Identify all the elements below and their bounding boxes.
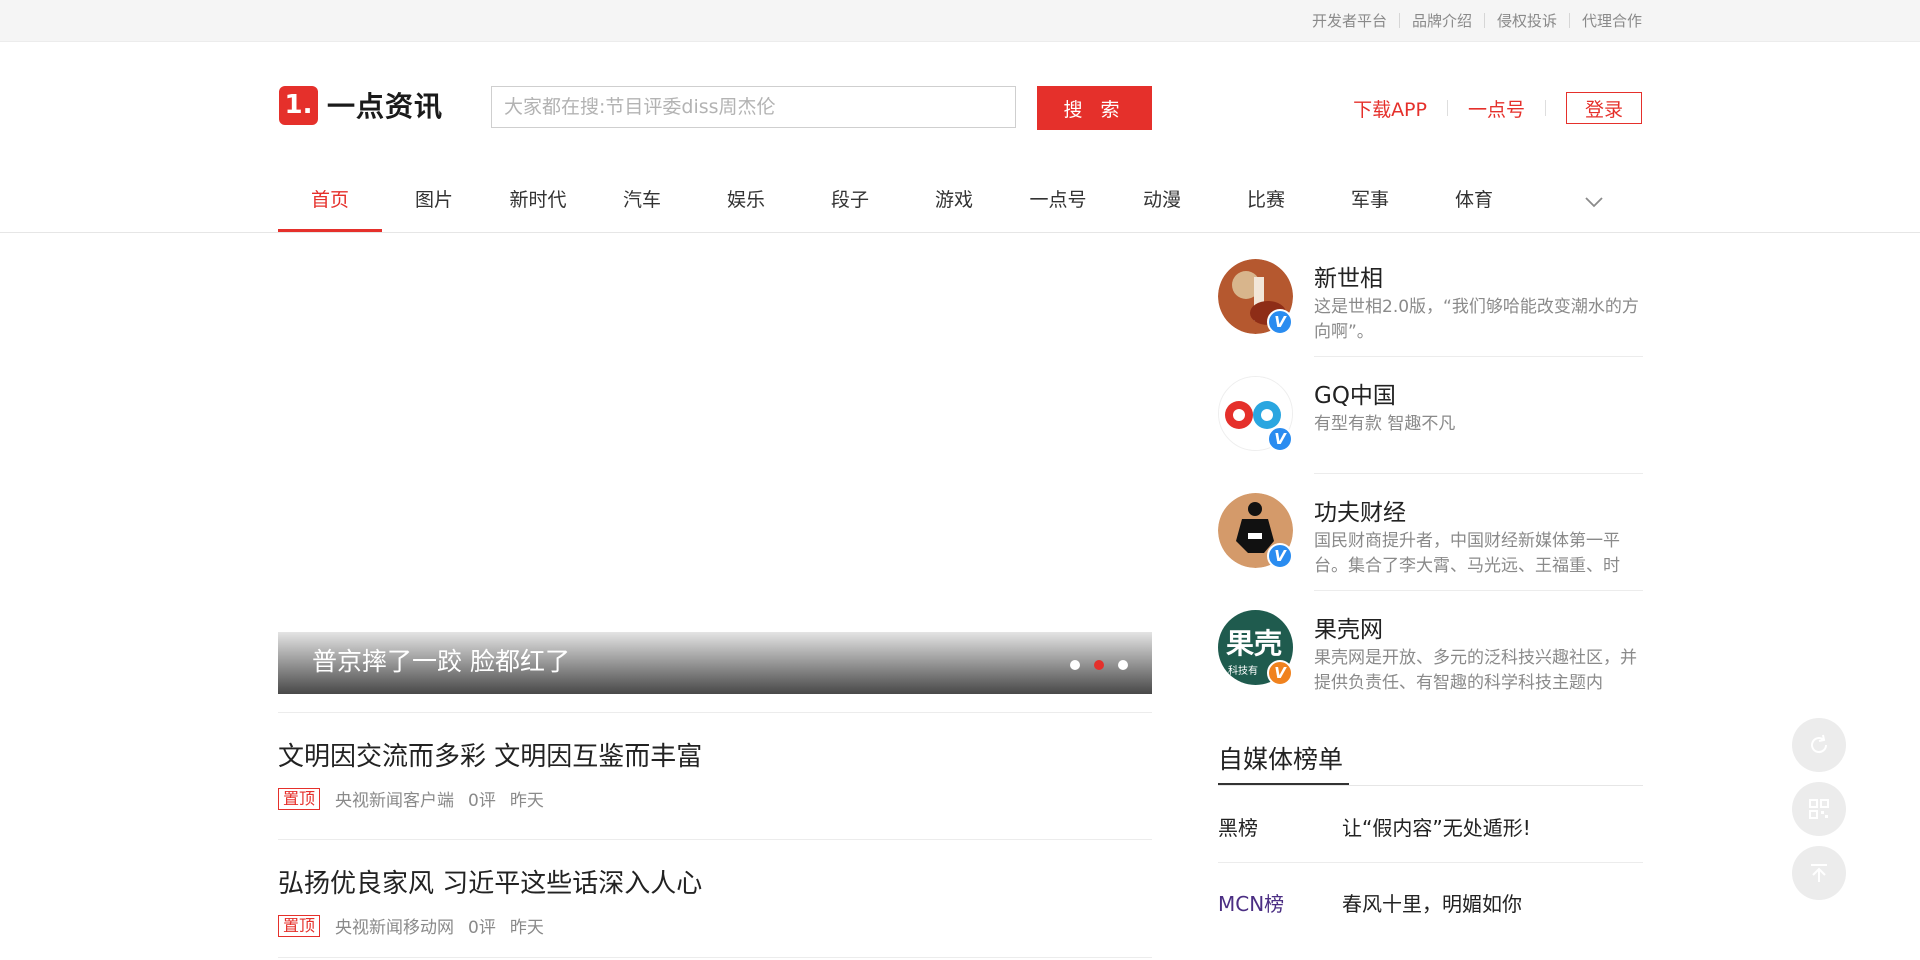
headline-carousel[interactable]: 普京摔了一跤 脸都红了	[278, 254, 1152, 694]
verified-icon: V	[1267, 543, 1293, 569]
pinned-badge: 置顶	[278, 787, 321, 810]
divider	[1483, 13, 1485, 28]
guokr-logo-text: 果壳	[1226, 627, 1283, 660]
nav-tab-entertainment[interactable]: 娱乐	[694, 172, 798, 232]
top-links: 开发者平台 品牌介绍 侵权投诉 代理合作	[1312, 0, 1642, 41]
logo-mark: 1.	[279, 85, 318, 125]
back-to-top-button[interactable]	[1792, 846, 1846, 900]
divider	[1314, 473, 1643, 474]
ranking-label[interactable]: 黑榜	[1218, 812, 1258, 841]
nav-tab-games[interactable]: 游戏	[902, 172, 1006, 232]
news-meta: 置顶 央视新闻客户端 0评 昨天	[278, 786, 1152, 811]
brand-intro-link[interactable]: 品牌介绍	[1412, 10, 1472, 31]
divider	[1314, 356, 1643, 357]
ranking-label[interactable]: MCN榜	[1218, 888, 1284, 917]
carousel-caption[interactable]: 普京摔了一跤 脸都红了	[312, 642, 570, 678]
news-time: 昨天	[509, 918, 544, 938]
ranking-text[interactable]: 让“假内容”无处遁形!	[1342, 812, 1531, 841]
logo-text: 一点资讯	[327, 90, 444, 123]
qrcode-button[interactable]	[1792, 782, 1846, 836]
top-utility-bar: 开发者平台 品牌介绍 侵权投诉 代理合作	[0, 0, 1920, 42]
guokr-logo-subtext: 科技有	[1228, 666, 1258, 677]
developer-platform-link[interactable]: 开发者平台	[1312, 10, 1387, 31]
qrcode-icon	[1809, 799, 1829, 819]
refresh-button[interactable]	[1792, 718, 1846, 772]
divider	[1398, 13, 1400, 28]
carousel-indicators	[1070, 660, 1128, 670]
carousel-dot-active[interactable]	[1094, 660, 1104, 670]
site-logo[interactable]: 1. 一点资讯	[279, 84, 443, 126]
account-description: 国民财商提升者，中国财经新媒体第一平台。集合了李大霄、马光远、王福重、时	[1314, 531, 1620, 576]
ranking-title: 自媒体榜单	[1218, 745, 1344, 774]
nav-tab-new-era[interactable]: 新时代	[486, 172, 590, 232]
ranking-row[interactable]: 黑榜 让“假内容”无处遁形!	[1218, 812, 1643, 852]
account-name[interactable]: 功夫财经	[1314, 493, 1406, 527]
news-time: 昨天	[509, 791, 544, 811]
ranking-row[interactable]: MCN榜 春风十里，明媚如你	[1218, 888, 1643, 928]
news-title[interactable]: 文明因交流而多彩 文明因互鉴而丰富	[278, 740, 1152, 774]
arrow-up-icon	[1811, 864, 1827, 882]
carousel-dot[interactable]	[1070, 660, 1080, 670]
account-name[interactable]: 新世相	[1314, 259, 1383, 293]
divider	[278, 957, 1152, 958]
channel-list: 首页 图片 新时代 汽车 娱乐 段子 游戏 一点号 动漫 比赛 军事 体育	[278, 172, 1526, 232]
verified-icon: V	[1267, 309, 1293, 335]
nav-tab-pictures[interactable]: 图片	[382, 172, 486, 232]
divider	[278, 712, 1152, 713]
divider	[1218, 862, 1643, 863]
divider	[278, 839, 1152, 840]
yidian-hao-link[interactable]: 一点号	[1468, 95, 1525, 122]
agency-cooperation-link[interactable]: 代理合作	[1582, 10, 1642, 31]
refresh-icon	[1811, 734, 1828, 754]
verified-icon: V	[1267, 426, 1293, 452]
infringement-complaint-link[interactable]: 侵权投诉	[1497, 10, 1557, 31]
divider	[1446, 100, 1448, 116]
pinned-badge: 置顶	[278, 914, 321, 937]
ranking-text[interactable]: 春风十里，明媚如你	[1342, 888, 1522, 917]
account-description: 有型有款 智趣不凡	[1314, 414, 1456, 434]
nav-tab-yidian-hao[interactable]: 一点号	[1006, 172, 1110, 232]
divider	[1568, 13, 1570, 28]
news-item: 弘扬优良家风 习近平这些话深入人心 置顶 央视新闻移动网 0评 昨天	[278, 867, 1152, 938]
comment-count[interactable]: 0评	[468, 786, 496, 811]
carousel-caption-bar: 普京摔了一跤 脸都红了	[278, 632, 1152, 694]
nav-tab-auto[interactable]: 汽车	[590, 172, 694, 232]
account-description: 这是世相2.0版，“我们够哈能改变潮水的方向啊”。	[1314, 297, 1639, 342]
comment-count[interactable]: 0评	[468, 913, 496, 938]
chevron-down-icon[interactable]	[1582, 190, 1606, 214]
account-name[interactable]: GQ中国	[1314, 376, 1396, 410]
account-name[interactable]: 果壳网	[1314, 610, 1383, 644]
divider	[1545, 100, 1546, 116]
nav-tab-military[interactable]: 军事	[1318, 172, 1422, 232]
news-source[interactable]: 央视新闻移动网	[335, 913, 454, 938]
news-meta: 置顶 央视新闻移动网 0评 昨天	[278, 913, 1152, 938]
carousel-dot[interactable]	[1118, 660, 1128, 670]
search-input[interactable]	[491, 86, 1016, 128]
download-app-link[interactable]: 下载APP	[1353, 95, 1427, 122]
login-button[interactable]: 登录	[1566, 92, 1642, 124]
header-actions: 下载APP 一点号 登录	[1353, 91, 1642, 125]
account-description: 果壳网是开放、多元的泛科技兴趣社区，并提供负责任、有智趣的科学科技主题内	[1314, 648, 1637, 693]
divider	[1218, 785, 1643, 786]
nav-tab-sports[interactable]: 体育	[1422, 172, 1526, 232]
nav-tab-anime[interactable]: 动漫	[1110, 172, 1214, 232]
nav-tab-matches[interactable]: 比赛	[1214, 172, 1318, 232]
nav-tab-home[interactable]: 首页	[278, 172, 382, 232]
search-button[interactable]: 搜 索	[1037, 86, 1152, 130]
divider	[1314, 590, 1643, 591]
news-source[interactable]: 央视新闻客户端	[335, 786, 454, 811]
nav-tab-jokes[interactable]: 段子	[798, 172, 902, 232]
news-item: 文明因交流而多彩 文明因互鉴而丰富 置顶 央视新闻客户端 0评 昨天	[278, 740, 1152, 811]
news-title[interactable]: 弘扬优良家风 习近平这些话深入人心	[278, 867, 1152, 901]
channel-nav: 首页 图片 新时代 汽车 娱乐 段子 游戏 一点号 动漫 比赛 军事 体育	[0, 172, 1920, 233]
verified-icon: V	[1267, 660, 1293, 686]
